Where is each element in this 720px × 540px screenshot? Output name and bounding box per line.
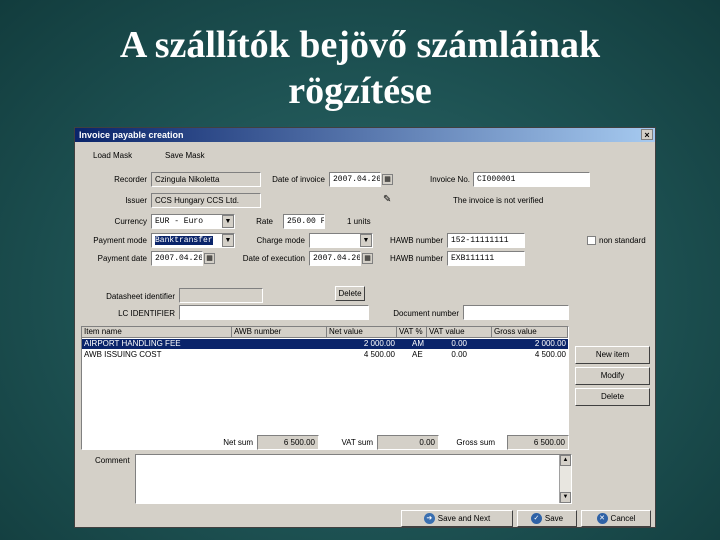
scroll-down-icon[interactable]: ▼ [560, 492, 571, 503]
cell-vat-value: 0.00 [451, 339, 467, 348]
currency-label: Currency [114, 217, 147, 226]
calendar-icon[interactable]: ▦ [362, 253, 373, 264]
vat-sum-field: 0.00 [377, 435, 439, 450]
payment-date-field[interactable]: 2007.04.26 [151, 251, 203, 266]
chevron-down-icon[interactable]: ▼ [222, 234, 234, 247]
load-mask-menu[interactable]: Load Mask [93, 151, 132, 160]
hawb-number-field-1[interactable]: 152-11111111 [447, 233, 525, 248]
items-table[interactable]: Item name AWB number Net value VAT % VAT… [81, 326, 569, 450]
invoice-no-field[interactable]: CI000001 [473, 172, 590, 187]
modify-button[interactable]: Modify [575, 367, 650, 385]
rate-unit-text: 1 units [347, 217, 371, 226]
cell-gross-value: 2 000.00 [534, 339, 566, 348]
comment-scrollbar[interactable]: ▲ ▼ [559, 455, 571, 503]
verified-status-text: The invoice is not verified [453, 196, 544, 205]
non-standard-label: non standard [599, 236, 646, 245]
save-and-next-button[interactable]: ➜ Save and Next [401, 510, 513, 527]
cell-vat-percent: AM [412, 339, 424, 348]
delete-item-button[interactable]: Delete [575, 388, 650, 406]
table-row[interactable]: AWB ISSUING COST 4 500.00 AE 0.00 4 500.… [82, 350, 568, 360]
payment-mode-value: Banktransfer [155, 236, 213, 245]
window-titlebar: Invoice payable creation × [75, 128, 655, 142]
column-header-gross-value[interactable]: Gross value [492, 327, 568, 338]
payment-date-label: Payment date [97, 254, 147, 263]
close-icon: ✕ [596, 513, 608, 525]
recorder-label: Recorder [114, 175, 147, 184]
hawb-number-field-2[interactable]: EXB111111 [447, 251, 525, 266]
issuer-field: CCS Hungary CCS Ltd. [151, 193, 261, 208]
save-label: Save [544, 514, 564, 523]
payment-mode-label: Payment mode [93, 236, 147, 245]
delete-datasheet-button[interactable]: Delete [335, 286, 365, 301]
hawb-number-label-2: HAWB number [389, 254, 443, 263]
rate-label: Rate [256, 217, 273, 226]
column-header-net-value[interactable]: Net value [327, 327, 397, 338]
date-of-execution-label: Date of execution [242, 254, 305, 263]
comment-label: Comment [95, 456, 130, 465]
net-sum-field: 6 500.00 [257, 435, 319, 450]
paperclip-icon[interactable]: ✎ [383, 194, 391, 205]
chevron-down-icon[interactable]: ▼ [222, 215, 234, 228]
slide-title: A szállítók bejövő számláinak rögzítése [0, 22, 720, 114]
datasheet-identifier-field [179, 288, 263, 303]
cell-gross-value: 4 500.00 [534, 350, 566, 359]
column-header-item-name[interactable]: Item name [82, 327, 232, 338]
table-row[interactable]: AIRPORT HANDLING FEE 2 000.00 AM 0.00 2 … [82, 339, 568, 349]
cancel-label: Cancel [610, 514, 636, 523]
comment-textarea[interactable] [135, 454, 572, 504]
cell-net-value: 2 000.00 [363, 339, 395, 348]
new-item-button[interactable]: New item [575, 346, 650, 364]
date-of-execution-field[interactable]: 2007.04.26 [309, 251, 361, 266]
non-standard-checkbox[interactable] [587, 236, 596, 245]
window-title: Invoice payable creation [79, 130, 184, 140]
recorder-field: Czingula Nikoletta [151, 172, 261, 187]
save-button[interactable]: ✓ Save [517, 510, 577, 527]
scroll-up-icon[interactable]: ▲ [560, 455, 571, 466]
close-icon[interactable]: × [641, 129, 653, 140]
charge-mode-label: Charge mode [256, 236, 305, 245]
hawb-number-label-1: HAWB number [389, 236, 443, 245]
cancel-button[interactable]: ✕ Cancel [581, 510, 651, 527]
date-of-invoice-field[interactable]: 2007.04.26 [329, 172, 381, 187]
column-header-vat-value[interactable]: VAT value [427, 327, 492, 338]
slide-title-line-1: A szállítók bejövő számláinak [119, 24, 601, 66]
save-mask-menu[interactable]: Save Mask [165, 151, 205, 160]
column-header-vat-percent[interactable]: VAT % [397, 327, 427, 338]
cell-item-name: AIRPORT HANDLING FEE [84, 339, 181, 348]
net-sum-label: Net sum [223, 438, 253, 447]
gross-sum-label: Gross sum [456, 438, 495, 447]
arrow-right-icon: ➜ [423, 513, 435, 525]
column-header-awb-number[interactable]: AWB number [232, 327, 327, 338]
document-number-field[interactable] [463, 305, 569, 320]
lc-identifier-label: LC IDENTIFIER [118, 309, 175, 318]
slide-title-line-2: rögzítése [288, 70, 432, 112]
calendar-icon[interactable]: ▦ [382, 174, 393, 185]
rate-field[interactable]: 250.00 Ft [283, 214, 325, 229]
invoice-window: Invoice payable creation × Load Mask Sav… [74, 127, 656, 528]
lc-identifier-field[interactable] [179, 305, 369, 320]
cell-vat-percent: AE [412, 350, 423, 359]
save-and-next-label: Save and Next [437, 514, 491, 523]
invoice-no-label: Invoice No. [429, 175, 470, 184]
chevron-down-icon[interactable]: ▼ [360, 234, 372, 247]
date-of-invoice-label: Date of invoice [272, 175, 325, 184]
calendar-icon[interactable]: ▦ [204, 253, 215, 264]
cell-item-name: AWB ISSUING COST [84, 350, 162, 359]
gross-sum-field: 6 500.00 [507, 435, 569, 450]
datasheet-identifier-label: Datasheet identifier [106, 292, 175, 301]
issuer-label: Issuer [125, 196, 147, 205]
document-number-label: Document number [393, 309, 459, 318]
cell-vat-value: 0.00 [451, 350, 467, 359]
check-icon: ✓ [530, 513, 542, 525]
vat-sum-label: VAT sum [341, 438, 373, 447]
cell-net-value: 4 500.00 [363, 350, 395, 359]
